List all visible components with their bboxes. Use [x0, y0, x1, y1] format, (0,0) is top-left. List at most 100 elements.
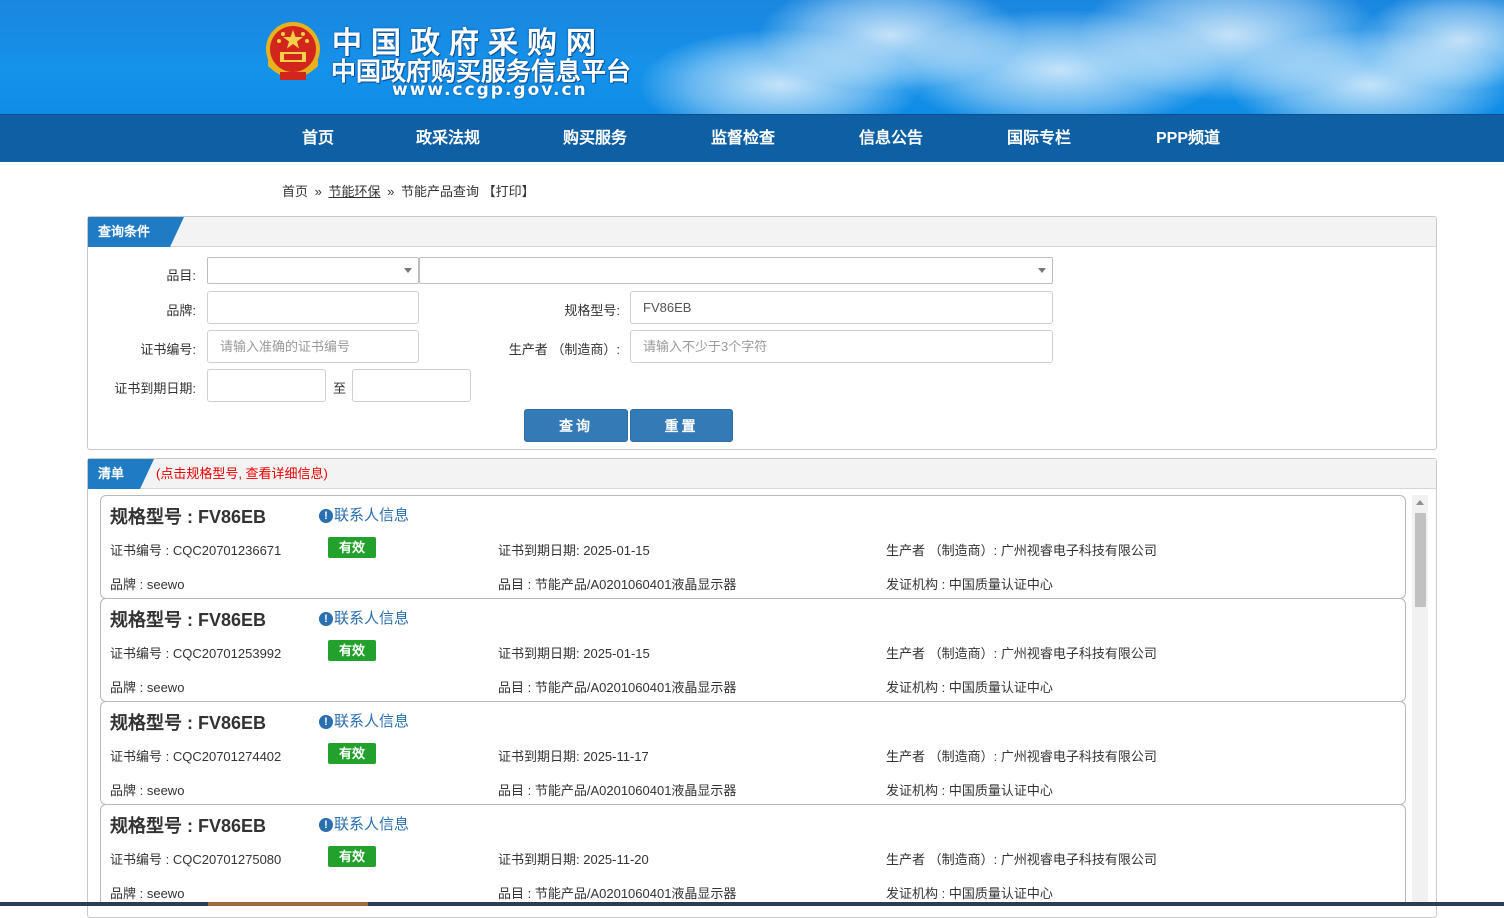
- site-header: 中国政府采购网 中国政府购买服务信息平台 www.ccgp.gov.cn: [0, 0, 1504, 114]
- card-issuer: 发证机构 : 中国质量认证中心: [886, 680, 1053, 695]
- date-range-separator: 至: [332, 381, 346, 396]
- query-panel: 查询条件 品目: 品牌: 规格型号: FV86EB 证书编号: 请输入准确的证书…: [87, 216, 1437, 450]
- nav-item-services[interactable]: 购买服务: [555, 115, 635, 163]
- chevron-down-icon: [404, 268, 412, 273]
- card-model-title[interactable]: 规格型号 : FV86EB: [110, 606, 266, 632]
- result-card: 规格型号 : FV86EB ! 联系人信息 证书编号 : CQC207012366…: [100, 495, 1406, 599]
- result-card: 规格型号 : FV86EB ! 联系人信息 证书编号 : CQC207012744…: [100, 701, 1406, 805]
- print-link[interactable]: 【打印】: [483, 184, 535, 199]
- contact-info-link[interactable]: ! 联系人信息: [319, 813, 409, 834]
- breadcrumb-separator: »: [387, 184, 395, 199]
- scroll-up-arrow-icon[interactable]: [1416, 500, 1424, 505]
- model-prefix: 规格型号 :: [110, 713, 198, 733]
- breadcrumb-separator: »: [314, 184, 322, 199]
- result-card: 规格型号 : FV86EB ! 联系人信息 证书编号 : CQC207012750…: [100, 804, 1406, 905]
- model-prefix: 规格型号 :: [110, 816, 198, 836]
- query-panel-title: 查询条件: [98, 224, 151, 239]
- list-panel-header: 清单 (点击规格型号, 查看详细信息): [88, 459, 1436, 489]
- expiry-start-input[interactable]: [207, 369, 326, 402]
- cert-number-input[interactable]: 请输入准确的证书编号: [207, 330, 419, 363]
- national-emblem-icon: [266, 22, 320, 80]
- list-hint: (点击规格型号, 查看详细信息): [156, 466, 328, 481]
- model-value: FV86EB: [198, 507, 267, 527]
- model-input[interactable]: FV86EB: [630, 291, 1053, 324]
- card-brand: 品牌 : seewo: [110, 783, 185, 798]
- nav-item-international[interactable]: 国际专栏: [999, 115, 1079, 163]
- status-badge: 有效: [328, 640, 376, 661]
- result-list-panel: 清单 (点击规格型号, 查看详细信息) 规格型号 : FV86EB ! 联系人信息…: [87, 458, 1437, 918]
- card-cert-number: 证书编号 : CQC20701253992: [110, 646, 282, 661]
- card-model-title[interactable]: 规格型号 : FV86EB: [110, 503, 266, 529]
- card-category: 品目 : 节能产品/A0201060401液晶显示器: [498, 577, 737, 592]
- contact-info-link[interactable]: ! 联系人信息: [319, 607, 409, 628]
- nav-item-announcements[interactable]: 信息公告: [851, 115, 931, 163]
- status-badge: 有效: [328, 743, 376, 764]
- card-maker: 生产者 （制造商）: 广州视睿电子科技有限公司: [886, 749, 1157, 764]
- chevron-down-icon: [1038, 268, 1046, 273]
- card-expiry-date: 证书到期日期: 2025-11-17: [498, 749, 649, 764]
- nav-item-ppp[interactable]: PPP频道: [1148, 115, 1228, 163]
- card-maker: 生产者 （制造商）: 广州视睿电子科技有限公司: [886, 852, 1157, 867]
- brand-label: 品牌:: [166, 303, 196, 318]
- nav-item-home[interactable]: 首页: [286, 115, 350, 163]
- contact-label: 联系人信息: [334, 816, 410, 833]
- contact-label: 联系人信息: [334, 713, 410, 730]
- model-value: FV86EB: [198, 610, 267, 630]
- search-button[interactable]: 查询: [524, 409, 628, 442]
- brand-input[interactable]: [207, 291, 419, 324]
- contact-label: 联系人信息: [334, 507, 410, 524]
- card-category: 品目 : 节能产品/A0201060401液晶显示器: [498, 886, 737, 901]
- card-maker: 生产者 （制造商）: 广州视睿电子科技有限公司: [886, 543, 1157, 558]
- maker-input[interactable]: 请输入不少于3个字符: [630, 330, 1053, 363]
- query-panel-header: 查询条件: [88, 217, 1436, 247]
- card-cert-number: 证书编号 : CQC20701274402: [110, 749, 282, 764]
- expiry-end-input[interactable]: [352, 369, 471, 402]
- result-list: 规格型号 : FV86EB ! 联系人信息 证书编号 : CQC207012366…: [100, 495, 1426, 905]
- model-value: FV86EB: [198, 816, 267, 836]
- card-issuer: 发证机构 : 中国质量认证中心: [886, 577, 1053, 592]
- scrollbar-thumb[interactable]: [1415, 513, 1426, 607]
- card-model-title[interactable]: 规格型号 : FV86EB: [110, 812, 266, 838]
- model-prefix: 规格型号 :: [110, 610, 198, 630]
- card-brand: 品牌 : seewo: [110, 577, 185, 592]
- model-prefix: 规格型号 :: [110, 507, 198, 527]
- main-nav: 首页 政采法规 购买服务 监督检查 信息公告 国际专栏 PPP频道: [0, 114, 1504, 162]
- list-scrollbar[interactable]: [1412, 495, 1428, 905]
- model-label: 规格型号:: [564, 303, 620, 318]
- card-expiry-date: 证书到期日期: 2025-01-15: [498, 543, 650, 558]
- nav-item-regulations[interactable]: 政采法规: [408, 115, 488, 163]
- card-category: 品目 : 节能产品/A0201060401液晶显示器: [498, 680, 737, 695]
- info-icon: !: [319, 612, 333, 626]
- contact-info-link[interactable]: ! 联系人信息: [319, 504, 409, 525]
- contact-label: 联系人信息: [334, 610, 410, 627]
- model-value: FV86EB: [198, 713, 267, 733]
- nav-item-supervision[interactable]: 监督检查: [703, 115, 783, 163]
- contact-info-link[interactable]: ! 联系人信息: [319, 710, 409, 731]
- info-icon: !: [319, 715, 333, 729]
- card-cert-number: 证书编号 : CQC20701275080: [110, 852, 282, 867]
- site-url: www.ccgp.gov.cn: [392, 80, 588, 100]
- breadcrumb-home[interactable]: 首页: [282, 184, 308, 199]
- breadcrumb-section-link[interactable]: 节能环保: [329, 184, 381, 199]
- card-maker: 生产者 （制造商）: 广州视睿电子科技有限公司: [886, 646, 1157, 661]
- bottom-strip-accent: [208, 902, 368, 906]
- breadcrumb: 首页 » 节能环保 » 节能产品查询 【打印】: [282, 181, 535, 200]
- cert-number-label: 证书编号:: [140, 342, 196, 357]
- card-issuer: 发证机构 : 中国质量认证中心: [886, 886, 1053, 901]
- reset-button[interactable]: 重置: [630, 409, 733, 442]
- category-select-secondary[interactable]: [419, 257, 1053, 284]
- status-badge: 有效: [328, 846, 376, 867]
- list-panel-title: 清单: [98, 466, 125, 481]
- card-brand: 品牌 : seewo: [110, 680, 185, 695]
- result-card: 规格型号 : FV86EB ! 联系人信息 证书编号 : CQC207012539…: [100, 598, 1406, 702]
- maker-label: 生产者 （制造商）:: [508, 342, 620, 357]
- card-category: 品目 : 节能产品/A0201060401液晶显示器: [498, 783, 737, 798]
- card-issuer: 发证机构 : 中国质量认证中心: [886, 783, 1053, 798]
- card-brand: 品牌 : seewo: [110, 886, 185, 901]
- category-select-primary[interactable]: [207, 257, 419, 284]
- card-expiry-date: 证书到期日期: 2025-01-15: [498, 646, 650, 661]
- info-icon: !: [319, 509, 333, 523]
- card-model-title[interactable]: 规格型号 : FV86EB: [110, 709, 266, 735]
- breadcrumb-current: 节能产品查询: [401, 184, 480, 199]
- card-cert-number: 证书编号 : CQC20701236671: [110, 543, 282, 558]
